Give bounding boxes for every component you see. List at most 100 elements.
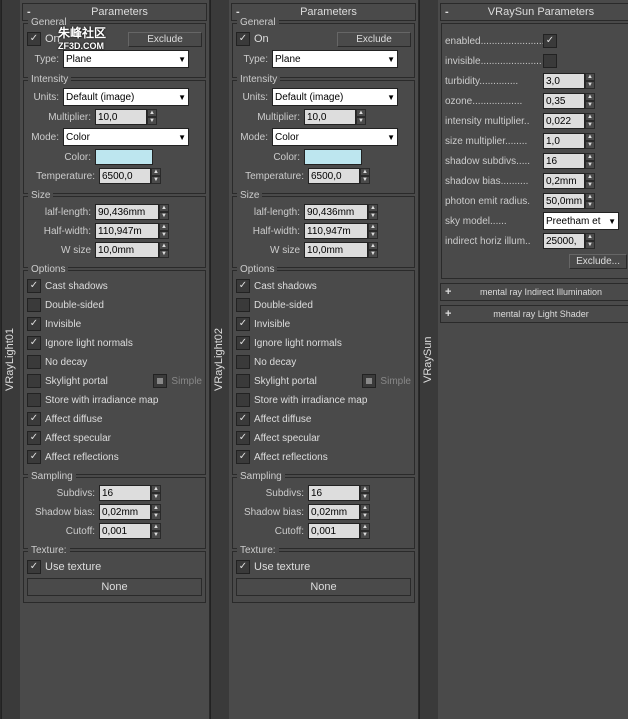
texture-none-button[interactable]: None <box>27 578 202 596</box>
checkbox[interactable] <box>236 560 250 574</box>
checkbox[interactable] <box>543 34 557 48</box>
spin-down[interactable]: ▼ <box>147 117 157 125</box>
spin-up[interactable]: ▲ <box>159 204 169 212</box>
spin-up[interactable]: ▲ <box>585 153 595 161</box>
spin-down[interactable]: ▼ <box>360 176 370 184</box>
spin-down[interactable]: ▼ <box>368 231 378 239</box>
spin-up[interactable]: ▲ <box>368 223 378 231</box>
texture-none-button[interactable]: None <box>236 578 411 596</box>
checkbox[interactable] <box>236 450 250 464</box>
checkbox[interactable] <box>153 374 167 388</box>
spin-up[interactable]: ▲ <box>585 133 595 141</box>
spin-up[interactable]: ▲ <box>151 504 161 512</box>
spinner[interactable]: 10,0mm▲▼ <box>304 242 378 258</box>
checkbox[interactable] <box>27 32 41 46</box>
spinner-value[interactable]: 6500,0 <box>99 168 151 184</box>
checkbox[interactable] <box>27 298 41 312</box>
color-swatch[interactable] <box>95 149 153 165</box>
rollup-header[interactable]: -VRaySun Parameters <box>440 3 628 21</box>
checkbox[interactable] <box>236 317 250 331</box>
spin-down[interactable]: ▼ <box>585 241 595 249</box>
checkbox[interactable] <box>27 412 41 426</box>
checkbox[interactable] <box>543 54 557 68</box>
checkbox[interactable] <box>236 336 250 350</box>
spin-up[interactable]: ▲ <box>585 73 595 81</box>
checkbox[interactable] <box>27 336 41 350</box>
spinner-value[interactable]: 90,436mm <box>95 204 159 220</box>
spinner-value[interactable]: 0,02mm <box>308 504 360 520</box>
spinner[interactable]: 110,947m▲▼ <box>304 223 378 239</box>
spin-down[interactable]: ▼ <box>360 531 370 539</box>
spin-up[interactable]: ▲ <box>585 113 595 121</box>
spinner[interactable]: 0,2mm▲▼ <box>543 173 595 189</box>
checkbox[interactable] <box>236 355 250 369</box>
spin-down[interactable]: ▼ <box>151 176 161 184</box>
spin-up[interactable]: ▲ <box>159 223 169 231</box>
spin-down[interactable]: ▼ <box>151 512 161 520</box>
spin-down[interactable]: ▼ <box>368 250 378 258</box>
spin-down[interactable]: ▼ <box>585 161 595 169</box>
spinner[interactable]: 10,0▲▼ <box>95 109 157 125</box>
spinner-value[interactable]: 3,0 <box>543 73 585 89</box>
checkbox[interactable] <box>27 560 41 574</box>
spin-down[interactable]: ▼ <box>356 117 366 125</box>
spinner[interactable]: 90,436mm▲▼ <box>95 204 169 220</box>
spin-down[interactable]: ▼ <box>585 121 595 129</box>
spinner-value[interactable]: 0,001 <box>308 523 360 539</box>
spinner[interactable]: 6500,0▲▼ <box>99 168 161 184</box>
spinner-value[interactable]: 110,947m <box>304 223 368 239</box>
rollup-header[interactable]: +mental ray Indirect Illumination <box>440 283 628 301</box>
dropdown[interactable]: Plane▼ <box>63 50 189 68</box>
dropdown[interactable]: Default (image)▼ <box>63 88 189 106</box>
checkbox[interactable] <box>236 431 250 445</box>
checkbox[interactable] <box>27 279 41 293</box>
spinner[interactable]: 16▲▼ <box>543 153 595 169</box>
spinner-value[interactable]: 10,0mm <box>304 242 368 258</box>
spinner-value[interactable]: 16 <box>543 153 585 169</box>
spin-down[interactable]: ▼ <box>585 101 595 109</box>
spin-down[interactable]: ▼ <box>368 212 378 220</box>
spinner[interactable]: 50,0mm▲▼ <box>543 193 595 209</box>
checkbox[interactable] <box>362 374 376 388</box>
spinner[interactable]: 16▲▼ <box>99 485 161 501</box>
spin-down[interactable]: ▼ <box>585 81 595 89</box>
dropdown[interactable]: Color▼ <box>63 128 189 146</box>
spin-down[interactable]: ▼ <box>151 493 161 501</box>
spin-down[interactable]: ▼ <box>360 512 370 520</box>
spin-up[interactable]: ▲ <box>368 242 378 250</box>
spinner[interactable]: 0,001▲▼ <box>99 523 161 539</box>
checkbox[interactable] <box>27 431 41 445</box>
dropdown[interactable]: Plane▼ <box>272 50 398 68</box>
checkbox[interactable] <box>27 317 41 331</box>
dropdown[interactable]: Color▼ <box>272 128 398 146</box>
spin-up[interactable]: ▲ <box>151 168 161 176</box>
checkbox[interactable] <box>27 374 41 388</box>
spinner-value[interactable]: 0,022 <box>543 113 585 129</box>
spinner-value[interactable]: 0,35 <box>543 93 585 109</box>
spin-up[interactable]: ▲ <box>360 504 370 512</box>
rollup-header[interactable]: +mental ray Light Shader <box>440 305 628 323</box>
spinner[interactable]: 1,0▲▼ <box>543 133 595 149</box>
spin-up[interactable]: ▲ <box>585 233 595 241</box>
spin-up[interactable]: ▲ <box>147 109 157 117</box>
spinner[interactable]: 6500,0▲▼ <box>308 168 370 184</box>
spin-up[interactable]: ▲ <box>585 93 595 101</box>
exclude-button[interactable]: Exclude <box>337 32 411 47</box>
spinner[interactable]: 0,022▲▼ <box>543 113 595 129</box>
spinner[interactable]: 10,0mm▲▼ <box>95 242 169 258</box>
spin-down[interactable]: ▼ <box>159 250 169 258</box>
spin-down[interactable]: ▼ <box>585 141 595 149</box>
dropdown[interactable]: Default (image)▼ <box>272 88 398 106</box>
color-swatch[interactable] <box>304 149 362 165</box>
spinner[interactable]: 16▲▼ <box>308 485 370 501</box>
spinner-value[interactable]: 0,2mm <box>543 173 585 189</box>
spinner-value[interactable]: 16 <box>308 485 360 501</box>
checkbox[interactable] <box>236 374 250 388</box>
spinner-value[interactable]: 0,001 <box>99 523 151 539</box>
spinner-value[interactable]: 6500,0 <box>308 168 360 184</box>
spinner-value[interactable]: 90,436mm <box>304 204 368 220</box>
checkbox[interactable] <box>236 32 250 46</box>
dropdown[interactable]: Preetham et▼ <box>543 212 619 230</box>
spin-up[interactable]: ▲ <box>356 109 366 117</box>
spinner[interactable]: 0,001▲▼ <box>308 523 370 539</box>
